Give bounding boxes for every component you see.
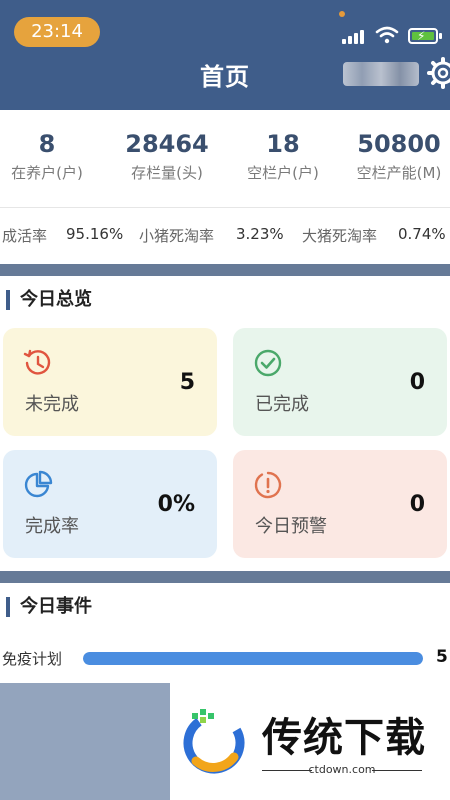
stat-value: 8 — [38, 130, 56, 158]
wifi-icon — [375, 26, 399, 44]
stat-label: 存栏量(头) — [131, 164, 203, 182]
rate-label: 成活率 — [2, 227, 48, 245]
section-title-overview: 今日总览 — [6, 290, 92, 310]
section-separator — [0, 264, 450, 276]
rate-value: 3.23% — [236, 225, 284, 243]
divider — [0, 207, 450, 208]
stat-value: 28464 — [125, 130, 209, 158]
stat-raising-households[interactable]: 8 在养户(户) — [0, 130, 94, 183]
card-label: 完成率 — [25, 516, 79, 537]
warning-circle-icon — [254, 471, 282, 499]
stat-empty-capacity[interactable]: 50800 空栏产能(M) — [348, 130, 450, 183]
stat-empty-households[interactable]: 18 空栏户(户) — [236, 130, 330, 183]
event-progress-bar — [83, 652, 423, 665]
stat-value: 50800 — [357, 130, 441, 158]
card-value: 0% — [157, 492, 195, 517]
card-label: 未完成 — [25, 394, 79, 415]
ctdown-logo-icon — [183, 709, 245, 774]
signal-icon — [342, 28, 364, 44]
card-label: 已完成 — [255, 394, 309, 415]
gear-icon[interactable] — [426, 56, 450, 90]
rate-value: 95.16% — [66, 225, 124, 243]
rate-label: 小猪死淘率 — [139, 227, 215, 245]
card-warnings[interactable]: 今日预警 0 — [233, 450, 447, 558]
event-row-immunization[interactable]: 免疫计划 5 — [2, 647, 448, 670]
stat-stock[interactable]: 28464 存栏量(头) — [112, 130, 222, 183]
card-completion-rate[interactable]: 完成率 0% — [3, 450, 217, 558]
stat-value: 18 — [266, 130, 300, 158]
watermark-blur-area — [0, 683, 170, 800]
card-label: 今日预警 — [255, 516, 327, 537]
pie-chart-icon — [24, 470, 53, 498]
app-header: 23:14 ⚡ 首页 — [0, 0, 450, 110]
check-circle-icon — [254, 349, 282, 377]
watermark-text: 传统下载 — [262, 715, 426, 761]
watermark-banner: 传统下载 ctdown.com — [0, 683, 450, 800]
watermark-url: ctdown.com — [308, 763, 376, 776]
event-progress-fill — [83, 652, 423, 665]
stat-label: 空栏户(户) — [247, 164, 319, 182]
clock-history-icon — [23, 349, 51, 375]
card-value: 0 — [409, 370, 425, 395]
stats-row: 8 在养户(户) 28464 存栏量(头) 18 空栏户(户) 50800 空栏… — [0, 130, 450, 190]
card-incomplete[interactable]: 未完成 5 — [3, 328, 217, 436]
status-time: 23:14 — [14, 17, 100, 47]
card-completed[interactable]: 已完成 0 — [233, 328, 447, 436]
card-value: 0 — [409, 492, 425, 517]
rate-label: 大猪死淘率 — [302, 227, 378, 245]
section-title-events: 今日事件 — [6, 597, 92, 617]
event-label: 免疫计划 — [2, 650, 63, 668]
rate-value: 0.74% — [398, 225, 446, 243]
event-count: 5 — [436, 647, 448, 667]
status-dot — [339, 11, 345, 17]
rates-row: 成活率 95.16% 小猪死淘率 3.23% 大猪死淘率 0.74% — [0, 225, 450, 247]
stat-label: 空栏产能(M) — [356, 164, 442, 182]
card-value: 5 — [179, 370, 195, 395]
section-separator — [0, 571, 450, 583]
charging-icon: ⚡ — [417, 29, 426, 43]
stat-label: 在养户(户) — [11, 164, 83, 182]
user-name-blurred — [343, 62, 419, 86]
